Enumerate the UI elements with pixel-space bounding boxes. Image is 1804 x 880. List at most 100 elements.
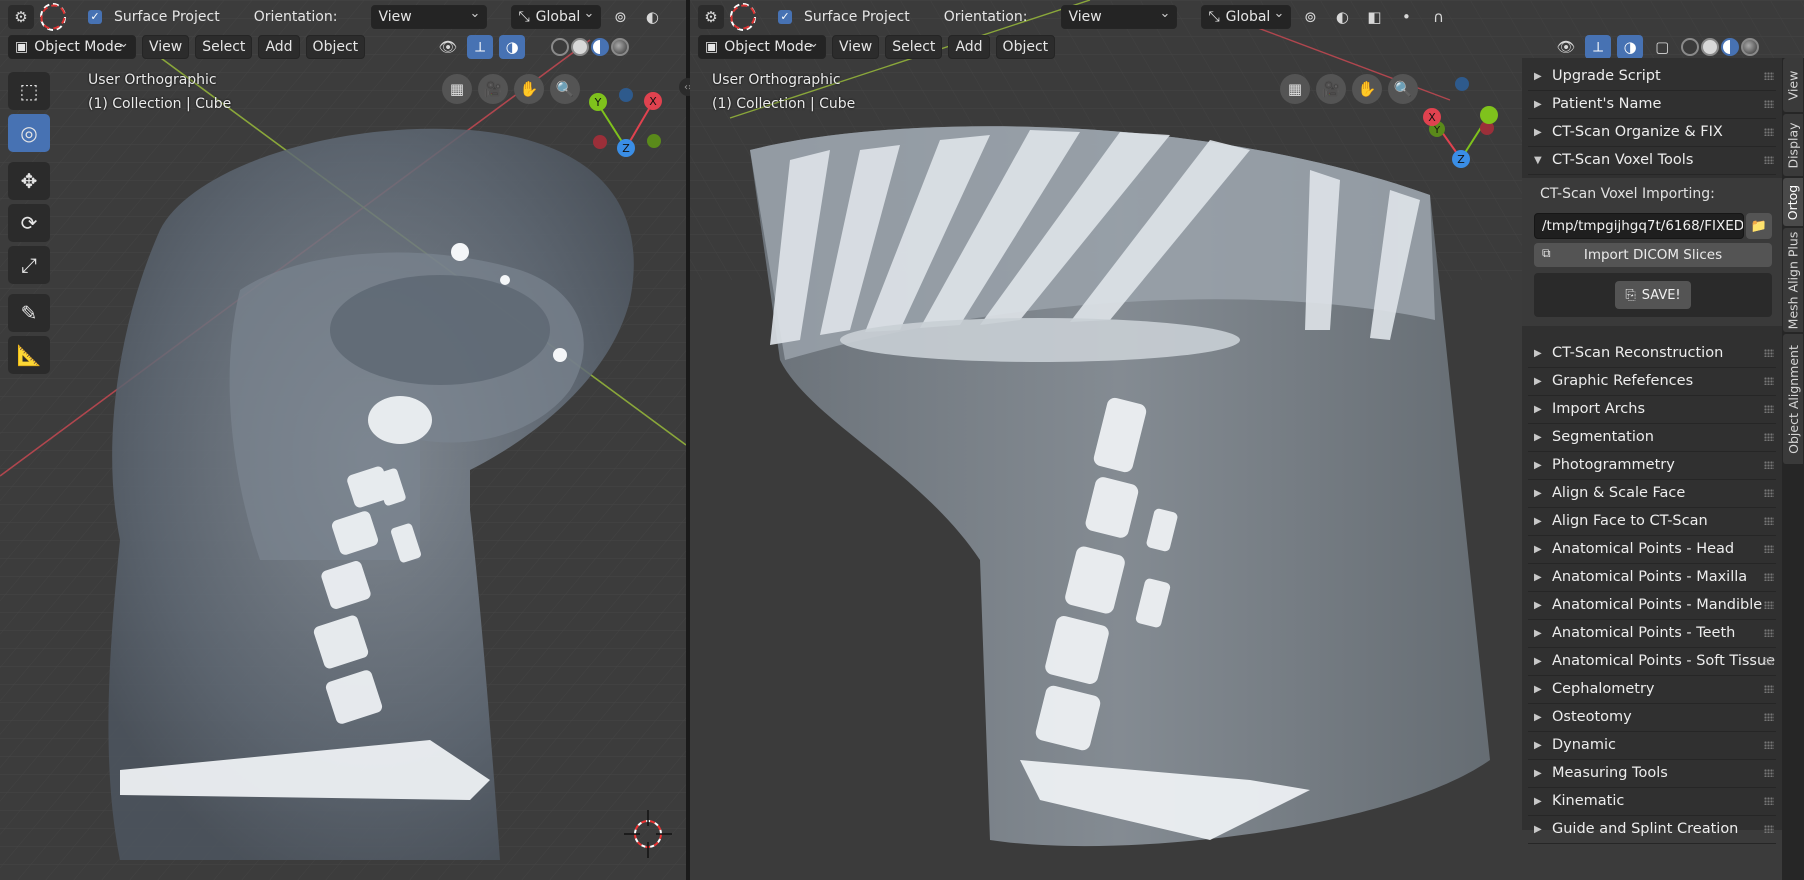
toggle-ortho-grid-icon-right[interactable]: ▦: [1280, 74, 1310, 104]
overlay-toggle-icon-right[interactable]: ◑: [1617, 35, 1644, 59]
pan-hand-icon[interactable]: ✋: [514, 74, 544, 104]
menu-object[interactable]: Object: [305, 35, 366, 59]
sidebar-tab[interactable]: Ortog: [1783, 178, 1803, 226]
orientation-dropdown-right[interactable]: View: [1061, 5, 1178, 29]
proportional-icon[interactable]: ◐: [639, 5, 665, 29]
visibility-icon-right[interactable]: 👁: [1553, 35, 1579, 59]
drag-grip-icon[interactable]: [1764, 72, 1774, 80]
drag-grip-icon[interactable]: [1764, 797, 1774, 805]
mode-dropdown[interactable]: ▣ Object Mode: [8, 35, 136, 59]
sidebar-panel-header[interactable]: ▶ Import Archs: [1522, 395, 1782, 423]
drag-grip-icon[interactable]: [1764, 685, 1774, 693]
sidebar-panel-header[interactable]: ▶ Upgrade Script: [1522, 62, 1782, 90]
drag-grip-icon[interactable]: [1764, 769, 1774, 777]
drag-grip-icon[interactable]: [1764, 741, 1774, 749]
camera-view-icon-right[interactable]: 🎥: [1316, 74, 1346, 104]
rotate-tool-icon[interactable]: ⟳: [8, 204, 50, 242]
sidebar-panel-header[interactable]: ▶ Dynamic: [1522, 731, 1782, 759]
snap-target-icon-right[interactable]: ◧: [1361, 5, 1387, 29]
transform-pivot-dropdown-right[interactable]: ⤡ Global: [1201, 5, 1292, 29]
sidebar-panel-header[interactable]: ▶ Measuring Tools: [1522, 759, 1782, 787]
sidebar-panel-header[interactable]: ▶ Anatomical Points - Mandible: [1522, 591, 1782, 619]
sidebar-panel-header[interactable]: ▶ Align Face to CT-Scan: [1522, 507, 1782, 535]
sidebar-panel-header[interactable]: ▶ Photogrammetry: [1522, 451, 1782, 479]
sidebar-panel-header[interactable]: ▶ Anatomical Points - Teeth: [1522, 619, 1782, 647]
scale-tool-icon[interactable]: ⤢: [8, 246, 50, 284]
transform-pivot-dropdown[interactable]: ⤡ Global: [511, 5, 602, 29]
mode-dropdown-right[interactable]: ▣ Object Mode: [698, 35, 826, 59]
drag-grip-icon[interactable]: [1764, 156, 1774, 164]
sidebar-panel-header[interactable]: ▶ Graphic Refefences: [1522, 367, 1782, 395]
editor-type-icon-right[interactable]: ⚙: [698, 5, 724, 29]
surface-project-checkbox-right[interactable]: ✓: [778, 10, 792, 24]
drag-grip-icon[interactable]: [1764, 517, 1774, 525]
cursor-tool-icon[interactable]: [40, 3, 66, 31]
proportional-icon-right[interactable]: ◐: [1329, 5, 1355, 29]
import-dicom-button[interactable]: ⧉ Import DICOM Slices: [1534, 243, 1772, 267]
annotate-tool-icon[interactable]: ✎: [8, 294, 50, 332]
dicom-path-field[interactable]: /tmp/tmpgijhgq7t/6168/FIXED/: [1534, 213, 1744, 239]
toggle-ortho-grid-icon[interactable]: ▦: [442, 74, 472, 104]
sidebar-tab[interactable]: Display: [1783, 114, 1803, 176]
sidebar-panel-header[interactable]: ▶ Anatomical Points - Soft Tissue: [1522, 647, 1782, 675]
sidebar-panel-header[interactable]: ▶ Patient's Name: [1522, 90, 1782, 118]
surface-project-checkbox[interactable]: ✓: [88, 10, 102, 24]
gizmo-toggle-icon-right[interactable]: ⟂: [1585, 35, 1612, 59]
drag-grip-icon[interactable]: [1764, 349, 1774, 357]
sidebar-panel-header[interactable]: ▶ Align & Scale Face: [1522, 479, 1782, 507]
sidebar-panel-header[interactable]: ▶ Anatomical Points - Maxilla: [1522, 563, 1782, 591]
sidebar-panel-header[interactable]: ▶ CT-Scan Organize & FIX: [1522, 118, 1782, 146]
menu-select-right[interactable]: Select: [885, 35, 943, 59]
sidebar-tab[interactable]: View: [1783, 58, 1803, 112]
material-shading-icon-right[interactable]: [1721, 38, 1740, 56]
falloff-curve-icon-right[interactable]: ∩: [1425, 5, 1451, 29]
xray-toggle-icon-right[interactable]: ▢: [1649, 35, 1675, 59]
material-shading-icon[interactable]: [591, 38, 610, 56]
drag-grip-icon[interactable]: [1764, 100, 1774, 108]
camera-view-icon[interactable]: 🎥: [478, 74, 508, 104]
rendered-shading-icon-right[interactable]: [1741, 38, 1760, 56]
wireframe-shading-icon[interactable]: [551, 38, 570, 56]
drag-grip-icon[interactable]: [1764, 657, 1774, 665]
left-3d-viewport[interactable]: Y X Z ⚙ ✓ Surface Project Orientation: V…: [0, 0, 686, 880]
sidebar-tab[interactable]: Mesh Align Plus: [1783, 228, 1803, 332]
overlay-toggle-icon[interactable]: ◑: [499, 35, 526, 59]
pivot-point-icon-right[interactable]: •: [1393, 5, 1419, 29]
menu-view-right[interactable]: View: [832, 35, 880, 59]
drag-grip-icon[interactable]: [1764, 573, 1774, 581]
zoom-icon[interactable]: 🔍: [550, 74, 580, 104]
drag-grip-icon[interactable]: [1764, 489, 1774, 497]
zoom-icon-right[interactable]: 🔍: [1388, 74, 1418, 104]
drag-grip-icon[interactable]: [1764, 601, 1774, 609]
sidebar-panel-header[interactable]: ▼ CT-Scan Voxel Tools: [1522, 146, 1782, 174]
select-box-tool-icon[interactable]: ⬚: [8, 72, 50, 110]
move-tool-icon[interactable]: ✥: [8, 162, 50, 200]
sidebar-panel-header[interactable]: ▶ Anatomical Points - Head: [1522, 535, 1782, 563]
menu-select[interactable]: Select: [195, 35, 253, 59]
sidebar-panel-header[interactable]: ▶ Cephalometry: [1522, 675, 1782, 703]
sidebar-tab[interactable]: Object Alignment: [1783, 334, 1803, 464]
folder-browse-icon[interactable]: 📁: [1746, 213, 1772, 239]
drag-grip-icon[interactable]: [1764, 433, 1774, 441]
cursor-tool-button-icon[interactable]: ◎: [8, 114, 50, 152]
sidebar-panel-header[interactable]: ▶ Kinematic: [1522, 787, 1782, 815]
menu-object-right[interactable]: Object: [995, 35, 1056, 59]
drag-grip-icon[interactable]: [1764, 825, 1774, 833]
solid-shading-icon[interactable]: [571, 38, 590, 56]
sidebar-panel-header[interactable]: ▶ CT-Scan Reconstruction: [1522, 339, 1782, 367]
menu-add-right[interactable]: Add: [948, 35, 990, 59]
drag-grip-icon[interactable]: [1764, 405, 1774, 413]
drag-grip-icon[interactable]: [1764, 713, 1774, 721]
save-button[interactable]: ⎘ SAVE!: [1615, 281, 1691, 309]
drag-grip-icon[interactable]: [1764, 545, 1774, 553]
menu-view[interactable]: View: [142, 35, 190, 59]
drag-grip-icon[interactable]: [1764, 461, 1774, 469]
gizmo-toggle-icon[interactable]: ⟂: [467, 35, 494, 59]
snap-icon-right[interactable]: ⊚: [1297, 5, 1323, 29]
pan-hand-icon-right[interactable]: ✋: [1352, 74, 1382, 104]
snap-icon[interactable]: ⊚: [607, 5, 633, 29]
orientation-dropdown[interactable]: View: [371, 5, 488, 29]
sidebar-panel-header[interactable]: ▶ Segmentation: [1522, 423, 1782, 451]
sidebar-panel-header[interactable]: ▶ Osteotomy: [1522, 703, 1782, 731]
wireframe-shading-icon-right[interactable]: [1681, 38, 1700, 56]
